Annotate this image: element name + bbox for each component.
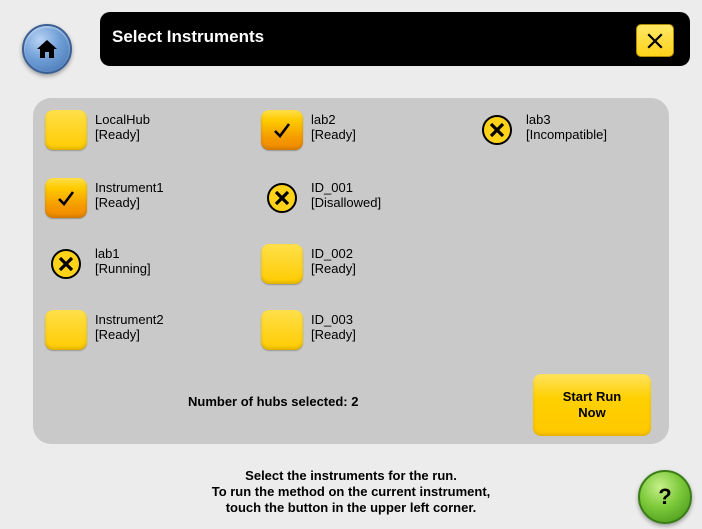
title-bar: Select Instruments bbox=[100, 12, 690, 66]
instrument-status: [Ready] bbox=[311, 327, 356, 342]
x-circle-icon bbox=[51, 249, 81, 279]
x-circle-icon bbox=[267, 183, 297, 213]
start-run-label-line2: Now bbox=[578, 405, 606, 420]
unavailable-indicator bbox=[476, 110, 518, 150]
instrument-item-lab1: lab1 [Running] bbox=[45, 244, 151, 284]
start-run-button[interactable]: Start Run Now bbox=[533, 374, 651, 436]
instructions-line3: touch the button in the upper left corne… bbox=[225, 500, 477, 515]
instrument-status: [Disallowed] bbox=[311, 195, 382, 210]
instrument-status: [Ready] bbox=[95, 195, 140, 210]
home-icon bbox=[37, 40, 57, 58]
instrument-checkbox[interactable] bbox=[45, 310, 87, 350]
instrument-checkbox[interactable] bbox=[45, 110, 87, 150]
instrument-item-id-001: ID_001 [Disallowed] bbox=[261, 178, 381, 218]
help-icon: ? bbox=[658, 484, 672, 509]
instrument-checkbox[interactable] bbox=[261, 244, 303, 284]
instrument-label: Instrument1 [Ready] bbox=[95, 178, 164, 210]
x-circle-icon bbox=[482, 115, 512, 145]
instructions-text: Select the instruments for the run. To r… bbox=[0, 468, 702, 516]
instrument-label: Instrument2 [Ready] bbox=[95, 310, 164, 342]
instrument-item-lab3: lab3 [Incompatible] bbox=[476, 110, 607, 150]
instrument-name: lab3 bbox=[526, 112, 551, 127]
instructions-line1: Select the instruments for the run. bbox=[245, 468, 457, 483]
instrument-status: [Incompatible] bbox=[526, 127, 607, 142]
instrument-label: ID_002 [Ready] bbox=[311, 244, 356, 276]
unavailable-indicator bbox=[261, 178, 303, 218]
selected-count-text: Number of hubs selected: 2 bbox=[188, 394, 359, 409]
instrument-label: lab1 [Running] bbox=[95, 244, 151, 276]
instrument-item-instrument2[interactable]: Instrument2 [Ready] bbox=[45, 310, 164, 350]
start-run-label: Start Run Now bbox=[563, 389, 622, 421]
instrument-item-lab2[interactable]: lab2 [Ready] bbox=[261, 110, 356, 150]
instrument-name: ID_001 bbox=[311, 180, 353, 195]
close-button[interactable] bbox=[636, 24, 674, 57]
instrument-label: LocalHub [Ready] bbox=[95, 110, 150, 142]
instrument-panel: LocalHub [Ready] lab2 [Ready] lab3 [Inco… bbox=[33, 98, 669, 444]
unavailable-indicator bbox=[45, 244, 87, 284]
instrument-status: [Running] bbox=[95, 261, 151, 276]
instrument-checkbox[interactable] bbox=[261, 110, 303, 150]
instrument-item-id-003[interactable]: ID_003 [Ready] bbox=[261, 310, 356, 350]
instrument-status: [Ready] bbox=[95, 127, 140, 142]
checkmark-icon bbox=[58, 191, 75, 206]
checkmark-icon bbox=[274, 123, 291, 138]
instrument-checkbox[interactable] bbox=[45, 178, 87, 218]
instrument-label: lab3 [Incompatible] bbox=[526, 110, 607, 142]
home-button[interactable] bbox=[22, 24, 72, 74]
instrument-status: [Ready] bbox=[311, 261, 356, 276]
instrument-label: lab2 [Ready] bbox=[311, 110, 356, 142]
close-icon bbox=[647, 32, 663, 49]
instrument-name: lab1 bbox=[95, 246, 120, 261]
instrument-status: [Ready] bbox=[311, 127, 356, 142]
instrument-name: ID_002 bbox=[311, 246, 353, 261]
instructions-line2: To run the method on the current instrum… bbox=[211, 484, 491, 499]
instrument-status: [Ready] bbox=[95, 327, 140, 342]
instrument-name: lab2 bbox=[311, 112, 336, 127]
instrument-label: ID_003 [Ready] bbox=[311, 310, 356, 342]
instrument-name: ID_003 bbox=[311, 312, 353, 327]
instrument-name: Instrument2 bbox=[95, 312, 164, 327]
instrument-item-instrument1[interactable]: Instrument1 [Ready] bbox=[45, 178, 164, 218]
instrument-label: ID_001 [Disallowed] bbox=[311, 178, 381, 210]
start-run-label-line1: Start Run bbox=[562, 389, 622, 404]
instrument-item-id-002[interactable]: ID_002 [Ready] bbox=[261, 244, 356, 284]
instrument-item-localhub[interactable]: LocalHub [Ready] bbox=[45, 110, 150, 150]
help-button[interactable]: ? bbox=[638, 470, 692, 524]
page-title: Select Instruments bbox=[112, 27, 265, 46]
instrument-checkbox[interactable] bbox=[261, 310, 303, 350]
instrument-name: Instrument1 bbox=[95, 180, 164, 195]
instrument-name: LocalHub bbox=[95, 112, 150, 127]
